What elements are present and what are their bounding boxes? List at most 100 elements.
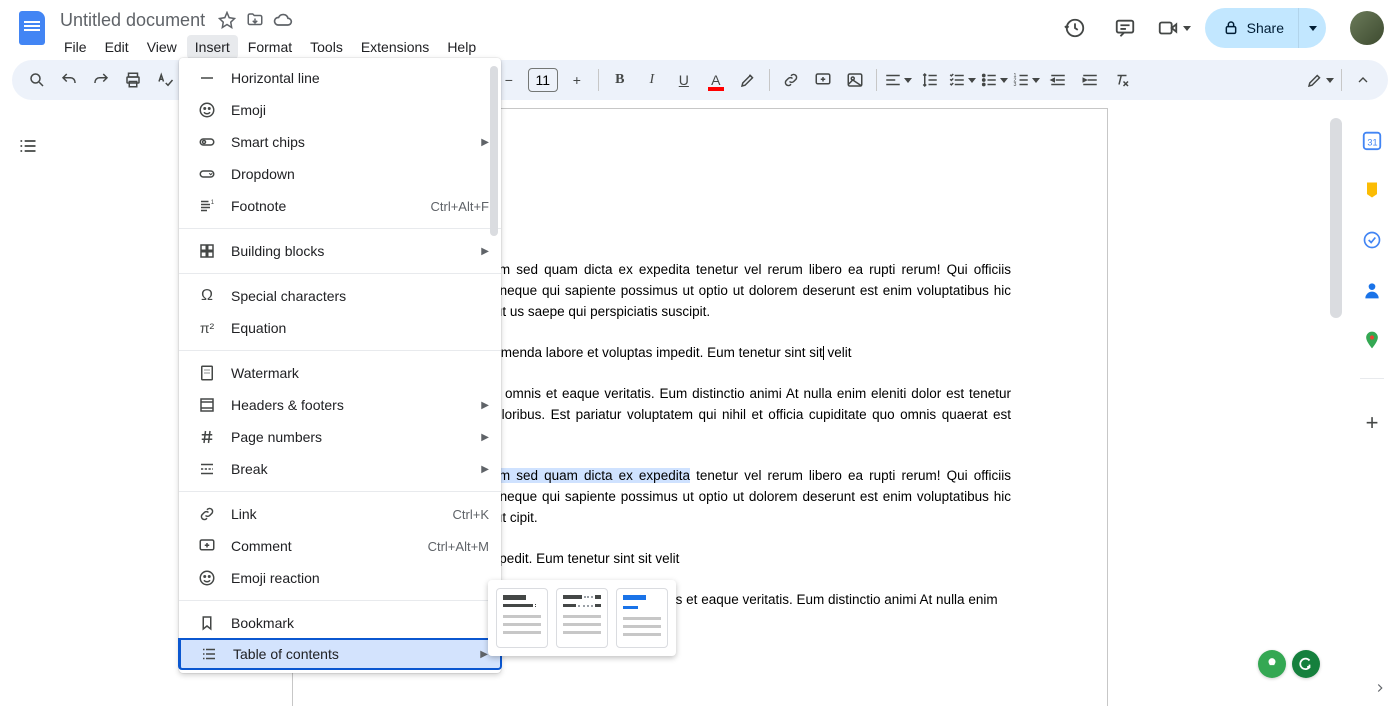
toc-dotted-option[interactable] bbox=[556, 588, 608, 648]
keep-icon[interactable] bbox=[1360, 178, 1384, 202]
italic-icon[interactable]: I bbox=[637, 65, 667, 95]
history-icon[interactable] bbox=[1057, 10, 1093, 46]
editing-mode-icon[interactable] bbox=[1305, 65, 1335, 95]
side-panel-collapse-icon[interactable] bbox=[1370, 678, 1390, 698]
menu-shortcut: Ctrl+Alt+M bbox=[428, 539, 489, 554]
font-size-input[interactable] bbox=[528, 68, 558, 92]
insert-menu-item-emoji-reaction[interactable]: Emoji reaction bbox=[179, 562, 501, 594]
submenu-arrow-icon: ▶ bbox=[481, 246, 489, 257]
menu-item-label: Emoji reaction bbox=[231, 570, 320, 586]
menu-file[interactable]: File bbox=[56, 35, 95, 59]
star-icon[interactable] bbox=[217, 10, 237, 30]
outline-icon[interactable] bbox=[10, 128, 46, 164]
footnote-icon: 1 bbox=[197, 196, 217, 216]
menu-item-label: Watermark bbox=[231, 365, 299, 381]
emoji-icon bbox=[197, 100, 217, 120]
numbered-list-icon[interactable]: 123 bbox=[1011, 65, 1041, 95]
indent-decrease-icon[interactable] bbox=[1043, 65, 1073, 95]
insert-menu-item-dropdown[interactable]: Dropdown bbox=[179, 158, 501, 190]
bold-icon[interactable]: B bbox=[605, 65, 635, 95]
get-addons-icon[interactable]: + bbox=[1354, 405, 1390, 441]
bulleted-list-icon[interactable] bbox=[979, 65, 1009, 95]
print-icon[interactable] bbox=[118, 65, 148, 95]
maps-icon[interactable] bbox=[1360, 328, 1384, 352]
clear-formatting-icon[interactable] bbox=[1107, 65, 1137, 95]
menu-extensions[interactable]: Extensions bbox=[353, 35, 437, 59]
insert-menu-item-smart-chips[interactable]: Smart chips▶ bbox=[179, 126, 501, 158]
floating-badge-icon[interactable] bbox=[1258, 650, 1286, 678]
search-menus-icon[interactable] bbox=[22, 65, 52, 95]
meet-icon[interactable] bbox=[1157, 10, 1191, 46]
insert-menu-item-footnote[interactable]: 1FootnoteCtrl+Alt+F bbox=[179, 190, 501, 222]
docs-logo[interactable] bbox=[12, 8, 52, 48]
vertical-scrollbar[interactable] bbox=[1330, 118, 1342, 318]
checklist-icon[interactable] bbox=[947, 65, 977, 95]
submenu-arrow-icon: ▶ bbox=[481, 432, 489, 443]
menu-item-label: Link bbox=[231, 506, 257, 522]
menu-item-label: Comment bbox=[231, 538, 292, 554]
tasks-icon[interactable] bbox=[1360, 228, 1384, 252]
dropdown-scrollbar[interactable] bbox=[490, 66, 498, 236]
insert-menu-dropdown: Horizontal lineEmojiSmart chips▶Dropdown… bbox=[179, 58, 501, 673]
insert-comment-icon[interactable] bbox=[808, 65, 838, 95]
align-icon[interactable] bbox=[883, 65, 913, 95]
toc-plain-option[interactable] bbox=[496, 588, 548, 648]
grammarly-icon[interactable] bbox=[1292, 650, 1320, 678]
insert-menu-item-table-of-contents[interactable]: Table of contents▶ bbox=[178, 638, 502, 670]
insert-link-icon[interactable] bbox=[776, 65, 806, 95]
font-size-increase[interactable]: + bbox=[562, 65, 592, 95]
spellcheck-icon[interactable] bbox=[150, 65, 180, 95]
indent-increase-icon[interactable] bbox=[1075, 65, 1105, 95]
pi-icon: π² bbox=[197, 318, 217, 338]
menu-help[interactable]: Help bbox=[439, 35, 484, 59]
text-color-icon[interactable]: A bbox=[701, 65, 731, 95]
insert-menu-item-break[interactable]: Break▶ bbox=[179, 453, 501, 485]
hr-icon bbox=[197, 68, 217, 88]
insert-menu-item-link[interactable]: LinkCtrl+K bbox=[179, 498, 501, 530]
insert-menu-item-bookmark[interactable]: Bookmark bbox=[179, 607, 501, 639]
insert-menu-item-page-numbers[interactable]: Page numbers ▶ bbox=[179, 421, 501, 453]
menu-view[interactable]: View bbox=[139, 35, 185, 59]
share-dropdown-icon[interactable] bbox=[1298, 8, 1326, 48]
insert-menu-item-horizontal-line[interactable]: Horizontal line bbox=[179, 62, 501, 94]
insert-menu-item-comment[interactable]: Comment Ctrl+Alt+M bbox=[179, 530, 501, 562]
bookmark-icon bbox=[197, 613, 217, 633]
highlight-icon[interactable] bbox=[733, 65, 763, 95]
redo-icon[interactable] bbox=[86, 65, 116, 95]
doc-title[interactable]: Untitled document bbox=[56, 10, 209, 31]
insert-menu-item-building-blocks[interactable]: Building blocks▶ bbox=[179, 235, 501, 267]
menu-separator bbox=[179, 273, 501, 274]
dropdown-icon bbox=[197, 164, 217, 184]
contacts-icon[interactable] bbox=[1360, 278, 1384, 302]
menu-format[interactable]: Format bbox=[240, 35, 300, 59]
toolbar-collapse-icon[interactable] bbox=[1348, 65, 1378, 95]
hash-icon bbox=[197, 427, 217, 447]
insert-menu-item-watermark[interactable]: Watermark bbox=[179, 357, 501, 389]
insert-menu-item-equation[interactable]: π²Equation bbox=[179, 312, 501, 344]
blocks-icon bbox=[197, 241, 217, 261]
insert-menu-item-emoji[interactable]: Emoji bbox=[179, 94, 501, 126]
menu-edit[interactable]: Edit bbox=[97, 35, 137, 59]
submenu-arrow-icon: ▶ bbox=[481, 400, 489, 411]
share-button[interactable]: Share bbox=[1205, 8, 1326, 48]
menu-item-label: Bookmark bbox=[231, 615, 294, 631]
menu-insert[interactable]: Insert bbox=[187, 35, 238, 59]
toc-links-option[interactable] bbox=[616, 588, 668, 648]
calendar-icon[interactable]: 31 bbox=[1360, 128, 1384, 152]
line-spacing-icon[interactable] bbox=[915, 65, 945, 95]
cloud-status-icon[interactable] bbox=[273, 10, 293, 30]
insert-menu-item-special-characters[interactable]: ΩSpecial characters bbox=[179, 280, 501, 312]
account-avatar[interactable] bbox=[1350, 11, 1384, 45]
menu-tools[interactable]: Tools bbox=[302, 35, 351, 59]
menu-separator bbox=[179, 350, 501, 351]
menu-item-label: Special characters bbox=[231, 288, 346, 304]
move-icon[interactable] bbox=[245, 10, 265, 30]
undo-icon[interactable] bbox=[54, 65, 84, 95]
menu-item-label: Page numbers bbox=[231, 429, 322, 445]
svg-text:3: 3 bbox=[1013, 82, 1016, 88]
underline-icon[interactable]: U bbox=[669, 65, 699, 95]
insert-menu-item-headers-footers[interactable]: Headers & footers▶ bbox=[179, 389, 501, 421]
insert-image-icon[interactable] bbox=[840, 65, 870, 95]
comments-icon[interactable] bbox=[1107, 10, 1143, 46]
link-icon bbox=[197, 504, 217, 524]
